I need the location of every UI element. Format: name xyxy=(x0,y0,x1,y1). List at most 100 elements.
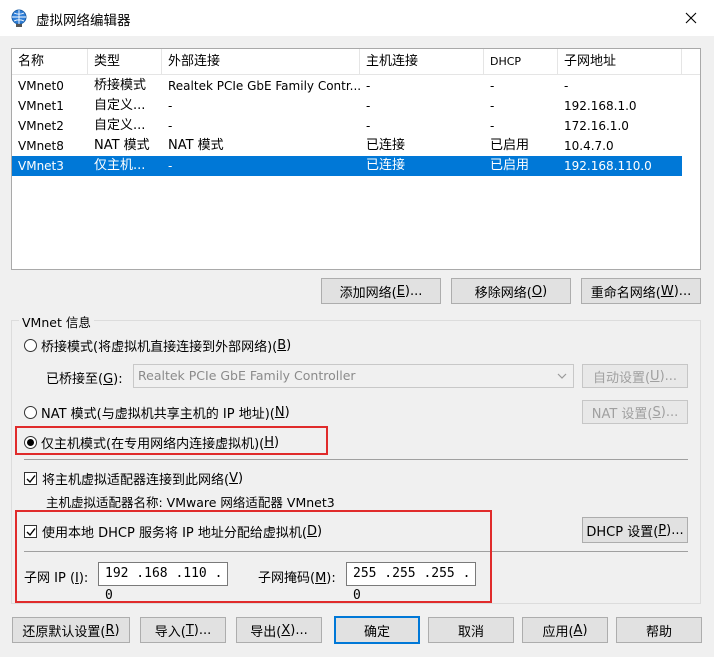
use-dhcp-hotkey: D xyxy=(306,524,317,539)
table-row-selected[interactable]: VMnet3 仅主机... - 已连接 已启用 192.168.110.0 xyxy=(12,156,682,176)
nat-settings-label: NAT 设置( xyxy=(591,406,653,422)
column-header-external[interactable]: 外部连接 xyxy=(162,49,360,75)
column-header-host[interactable]: 主机连接 xyxy=(360,49,484,75)
cell-type: 桥接模式 xyxy=(94,78,147,93)
bridged-to-label: 已桥接至(G): xyxy=(46,368,123,387)
add-network-button[interactable]: 添加网络(E)... xyxy=(321,278,441,304)
bridged-mode-radio[interactable]: 桥接模式(将虚拟机直接连接到外部网络)(B) xyxy=(24,336,291,355)
connect-adapter-suffix: ) xyxy=(237,471,244,486)
cell-external: - xyxy=(168,159,173,173)
table-row[interactable]: VMnet2 自定义... - - - 172.16.1.0 xyxy=(12,116,682,136)
cell-host: 已连接 xyxy=(366,158,406,173)
column-header-subnet[interactable]: 子网地址 xyxy=(558,49,682,75)
table-row[interactable]: VMnet8 NAT 模式 NAT 模式 已连接 已启用 10.4.7.0 xyxy=(12,136,682,156)
auto-settings-label: 自动设置( xyxy=(592,370,651,386)
adapter-name-text: 主机虚拟适配器名称: VMware 网络适配器 VMnet3 xyxy=(46,495,335,510)
cell-external: - xyxy=(168,99,173,113)
cell-type: 仅主机... xyxy=(94,158,146,173)
nat-mode-label: NAT 模式(与虚拟机共享主机的 IP 地址)( xyxy=(41,407,275,422)
cell-external: NAT 模式 xyxy=(168,138,224,153)
rename-network-hotkey: W xyxy=(660,283,674,299)
subnet-ip-field[interactable]: 192 .168 .110 . 0 xyxy=(98,562,228,603)
cell-name: VMnet0 xyxy=(18,79,64,93)
table-row[interactable]: VMnet1 自定义... - - - 192.168.1.0 xyxy=(12,96,682,116)
cell-name: VMnet3 xyxy=(18,159,64,173)
restore-defaults-suffix: ) xyxy=(114,622,120,638)
window-title: 虚拟网络编辑器 xyxy=(36,13,131,29)
close-icon xyxy=(685,12,697,24)
bridged-adapter-value: Realtek PCIe GbE Family Controller xyxy=(138,368,356,383)
network-list[interactable]: 名称 类型 外部连接 主机连接 DHCP 子网地址 VMnet0 桥接模式 Re… xyxy=(11,48,701,270)
cell-dhcp: - xyxy=(490,119,495,133)
cell-name: VMnet1 xyxy=(18,99,64,113)
cell-type: NAT 模式 xyxy=(94,138,150,153)
nat-mode-radio[interactable]: NAT 模式(与虚拟机共享主机的 IP 地址)(N) xyxy=(24,403,290,422)
cell-external: - xyxy=(168,119,173,133)
restore-defaults-button[interactable]: 还原默认设置(R) xyxy=(12,617,130,643)
apply-button[interactable]: 应用(A) xyxy=(522,617,608,643)
remove-network-hotkey: O xyxy=(531,283,543,299)
cell-host: - xyxy=(366,119,371,133)
table-row[interactable]: VMnet0 桥接模式 Realtek PCIe GbE Family Cont… xyxy=(12,76,682,96)
bridged-to-suffix: ): xyxy=(113,372,123,387)
apply-hotkey: A xyxy=(573,622,583,638)
use-dhcp-suffix: ) xyxy=(317,524,323,539)
vmnet-info-label: VMnet 信息 xyxy=(19,312,94,331)
export-button[interactable]: 导出(X)... xyxy=(236,617,322,643)
list-header: 名称 类型 外部连接 主机连接 DHCP 子网地址 xyxy=(12,49,700,75)
cell-host: - xyxy=(366,99,371,113)
cell-host: 已连接 xyxy=(366,138,406,153)
radio-unchecked-icon xyxy=(24,406,37,419)
import-hotkey: T xyxy=(185,622,194,638)
cell-dhcp: 已启用 xyxy=(490,158,530,173)
apply-suffix: ) xyxy=(582,622,588,638)
radio-unchecked-icon xyxy=(24,339,37,352)
import-button[interactable]: 导入(T)... xyxy=(140,617,226,643)
nat-settings-button[interactable]: NAT 设置(S)... xyxy=(582,400,688,424)
apply-label: 应用( xyxy=(542,624,574,640)
subnet-ip-suffix: ): xyxy=(78,571,89,586)
column-header-name[interactable]: 名称 xyxy=(12,49,88,75)
auto-settings-suffix: )... xyxy=(659,368,678,384)
cancel-button[interactable]: 取消 xyxy=(428,617,514,643)
nat-settings-suffix: )... xyxy=(660,404,679,420)
radio-checked-icon xyxy=(24,436,37,449)
cell-dhcp: - xyxy=(490,79,495,93)
host-only-radio[interactable]: 仅主机模式(在专用网络内连接虚拟机)(H) xyxy=(24,433,279,452)
column-header-dhcp[interactable]: DHCP xyxy=(484,49,558,75)
help-button[interactable]: 帮助 xyxy=(616,617,702,643)
network-globe-icon xyxy=(11,9,27,27)
restore-defaults-hotkey: R xyxy=(105,622,115,638)
divider xyxy=(24,459,688,460)
export-label: 导出( xyxy=(250,624,282,640)
host-only-hotkey: H xyxy=(264,435,274,450)
column-header-type[interactable]: 类型 xyxy=(88,49,162,75)
cell-type: 自定义... xyxy=(94,118,146,133)
title-bar: 虚拟网络编辑器 xyxy=(0,0,714,36)
subnet-mask-label: 子网掩码(M): xyxy=(258,567,336,586)
subnet-ip-text: 子网 IP ( xyxy=(24,571,76,586)
dhcp-settings-button[interactable]: DHCP 设置(P)... xyxy=(582,517,688,543)
subnet-mask-suffix: ): xyxy=(326,571,336,586)
cell-subnet: 10.4.7.0 xyxy=(564,139,614,153)
rename-network-button[interactable]: 重命名网络(W)... xyxy=(581,278,701,304)
bridged-mode-label: 桥接模式(将虚拟机直接连接到外部网络)( xyxy=(41,340,278,355)
close-button[interactable] xyxy=(668,0,714,36)
bridged-to-hotkey: G xyxy=(103,372,114,387)
export-hotkey: X xyxy=(281,622,291,638)
import-label: 导入( xyxy=(154,624,186,640)
connect-adapter-checkbox[interactable]: 将主机虚拟适配器连接到此网络(V) xyxy=(24,469,243,488)
use-dhcp-checkbox[interactable]: 使用本地 DHCP 服务将 IP 地址分配给虚拟机(D) xyxy=(24,522,322,541)
help-label: 帮助 xyxy=(645,624,672,640)
export-suffix: )... xyxy=(290,622,308,638)
auto-settings-button[interactable]: 自动设置(U)... xyxy=(582,364,688,388)
rename-network-suffix: )... xyxy=(673,283,692,299)
remove-network-button[interactable]: 移除网络(O) xyxy=(451,278,571,304)
subnet-mask-text: 子网掩码( xyxy=(258,571,316,586)
host-only-suffix: ) xyxy=(274,435,280,450)
add-network-label: 添加网络( xyxy=(339,285,397,301)
ok-label: 确定 xyxy=(363,624,390,640)
ok-button[interactable]: 确定 xyxy=(334,616,420,644)
bridged-adapter-select[interactable]: Realtek PCIe GbE Family Controller xyxy=(133,364,574,388)
subnet-mask-field[interactable]: 255 .255 .255 . 0 xyxy=(346,562,476,603)
